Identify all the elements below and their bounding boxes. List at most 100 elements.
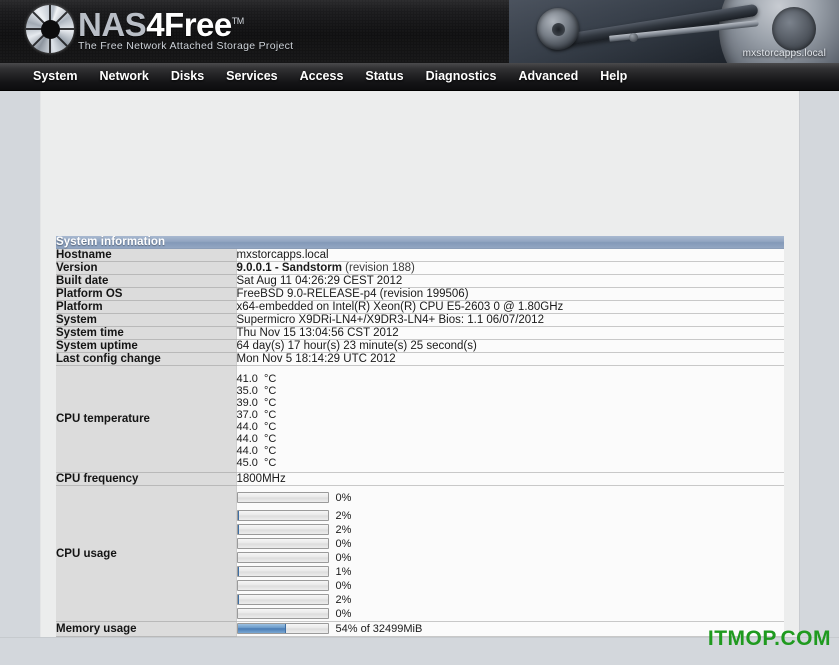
menu-item-access[interactable]: Access [289, 63, 355, 90]
table-row-cpu-frequency: CPU frequency 1800MHz [56, 473, 784, 486]
table-header-row: System information [56, 236, 784, 249]
label-platform: Platform [56, 301, 236, 314]
cpu-usage-core-6-bar-fill [238, 595, 240, 604]
memory-usage-bar-fill [238, 624, 287, 633]
cpu-usage-core-1-bar-row: 2% [237, 523, 785, 536]
label-cpu-usage: CPU usage [56, 486, 236, 622]
cpu-usage-core-4-bar-row: 1% [237, 565, 785, 578]
cpu-usage-core-2-bar-row: 0% [237, 537, 785, 550]
value-version: 9.0.0.1 - Sandstorm (revision 188) [236, 262, 784, 275]
logo-title: NAS4FreeTM [78, 3, 293, 43]
menu-item-diagnostics[interactable]: Diagnostics [415, 63, 508, 90]
cpu-usage-total-bar-label: 0% [336, 492, 352, 504]
memory-usage-bar [237, 623, 329, 634]
disc-spoke [26, 28, 74, 30]
menu-item-services[interactable]: Services [215, 63, 288, 90]
table-row-hostname: Hostname mxstorcapps.local [56, 249, 784, 262]
hard-drive-pivot-icon [537, 8, 579, 50]
cpu-temperature-entry: 44.0 °C [237, 445, 785, 457]
cpu-temperature-entry: 45.0 °C [237, 457, 785, 469]
main-navigation-bar: System Network Disks Services Access Sta… [0, 63, 839, 91]
table-row-system-uptime: System uptime 64 day(s) 17 hour(s) 23 mi… [56, 340, 784, 353]
value-system-uptime: 64 day(s) 17 hour(s) 23 minute(s) 25 sec… [236, 340, 784, 353]
memory-usage-text: 54% of 32499MiB [336, 623, 423, 635]
cpu-usage-core-6-bar [237, 594, 329, 605]
site-logo[interactable]: NAS4FreeTM The Free Network Attached Sto… [26, 2, 293, 53]
menu-item-help[interactable]: Help [589, 63, 638, 90]
table-row-version: Version 9.0.0.1 - Sandstorm (revision 18… [56, 262, 784, 275]
cpu-usage-core-5-bar [237, 580, 329, 591]
watermark: ITMOP.COM [708, 627, 831, 651]
version-revision: (revision 188) [345, 262, 415, 274]
label-last-config-change: Last config change [56, 353, 236, 366]
menu-item-network[interactable]: Network [88, 63, 159, 90]
cpu-usage-total-bar-row: 0% [237, 491, 785, 504]
cpu-temperature-entry: 39.0 °C [237, 397, 785, 409]
value-built-date: Sat Aug 11 04:26:29 CEST 2012 [236, 275, 784, 288]
value-platform: x64-embedded on Intel(R) Xeon(R) CPU E5-… [236, 301, 784, 314]
menu-item-system[interactable]: System [22, 63, 88, 90]
logo-nas-text: NAS [78, 6, 146, 43]
system-information-table: System information Hostname mxstorcapps.… [56, 236, 784, 665]
cpu-usage-core-0-bar [237, 510, 329, 521]
cpu-usage-core-2-bar-label: 0% [336, 538, 352, 550]
label-version: Version [56, 262, 236, 275]
label-built-date: Built date [56, 275, 236, 288]
table-row-memory-usage: Memory usage 54% of 32499MiB [56, 622, 784, 637]
cpu-temperature-entry: 44.0 °C [237, 433, 785, 445]
cpu-usage-total-bar [237, 492, 329, 503]
cpu-usage-bars: 0%2%2%0%0%1%0%2%0% [237, 491, 785, 620]
cpu-usage-core-6-bar-row: 2% [237, 593, 785, 606]
trademark-icon: TM [232, 16, 244, 26]
value-system-time: Thu Nov 15 13:04:56 CST 2012 [236, 327, 784, 340]
cpu-usage-core-7-bar-row: 0% [237, 607, 785, 620]
site-banner: NAS4FreeTM The Free Network Attached Sto… [0, 0, 839, 63]
value-cpu-frequency: 1800MHz [236, 473, 784, 486]
table-row-platform: Platform x64-embedded on Intel(R) Xeon(R… [56, 301, 784, 314]
menu-item-disks[interactable]: Disks [160, 63, 215, 90]
cpu-usage-core-5-bar-label: 0% [336, 580, 352, 592]
cpu-usage-core-4-bar-fill [238, 567, 239, 576]
cpu-temperature-entry: 41.0 °C [237, 373, 785, 385]
table-row-cpu-usage: CPU usage 0%2%2%0%0%1%0%2%0% [56, 486, 784, 622]
label-memory-usage: Memory usage [56, 622, 236, 637]
label-system-uptime: System uptime [56, 340, 236, 353]
page-title: System information [56, 236, 784, 249]
cpu-temperature-entry: 37.0 °C [237, 409, 785, 421]
cpu-usage-core-1-bar [237, 524, 329, 535]
cpu-usage-core-6-bar-label: 2% [336, 594, 352, 606]
menu-item-advanced[interactable]: Advanced [507, 63, 589, 90]
logo-text-block: NAS4FreeTM The Free Network Attached Sto… [78, 2, 293, 52]
logo-tagline: The Free Network Attached Storage Projec… [78, 40, 293, 52]
logo-4free-text: 4Free [146, 6, 232, 43]
value-cpu-temperature: 41.0 °C35.0 °C39.0 °C37.0 °C44.0 °C44.0 … [236, 366, 784, 473]
cpu-temperature-entry: 35.0 °C [237, 385, 785, 397]
nas4free-disc-icon [26, 5, 74, 53]
table-row-last-config-change: Last config change Mon Nov 5 18:14:29 UT… [56, 353, 784, 366]
cpu-usage-core-3-bar [237, 552, 329, 563]
cpu-temperature-list: 41.0 °C35.0 °C39.0 °C37.0 °C44.0 °C44.0 … [237, 371, 785, 472]
cpu-usage-core-0-bar-label: 2% [336, 510, 352, 522]
table-row-cpu-temperature: CPU temperature 41.0 °C35.0 °C39.0 °C37.… [56, 366, 784, 473]
value-cpu-usage: 0%2%2%0%0%1%0%2%0% [236, 486, 784, 622]
banner-hostname-badge: mxstorcapps.local [743, 48, 826, 59]
disc-spoke [49, 5, 51, 53]
cpu-usage-core-3-bar-row: 0% [237, 551, 785, 564]
page-body: System information Hostname mxstorcapps.… [0, 91, 839, 665]
hard-drive-screw-icon [629, 33, 638, 42]
cpu-usage-core-0-bar-row: 2% [237, 509, 785, 522]
cpu-usage-core-7-bar-label: 0% [336, 608, 352, 620]
table-row-system: System Supermicro X9DRi-LN4+/X9DR3-LN4+ … [56, 314, 784, 327]
cpu-usage-core-2-bar [237, 538, 329, 549]
label-cpu-frequency: CPU frequency [56, 473, 236, 486]
menu-item-status[interactable]: Status [354, 63, 414, 90]
cpu-usage-core-1-bar-fill [238, 525, 240, 534]
memory-usage-bar-row: 54% of 32499MiB [237, 622, 785, 635]
cpu-usage-core-4-bar [237, 566, 329, 577]
table-row-platform-os: Platform OS FreeBSD 9.0-RELEASE-p4 (revi… [56, 288, 784, 301]
cpu-temperature-entry: 44.0 °C [237, 421, 785, 433]
label-hostname: Hostname [56, 249, 236, 262]
cpu-usage-core-4-bar-label: 1% [336, 566, 352, 578]
label-system-time: System time [56, 327, 236, 340]
value-system: Supermicro X9DRi-LN4+/X9DR3-LN4+ Bios: 1… [236, 314, 784, 327]
